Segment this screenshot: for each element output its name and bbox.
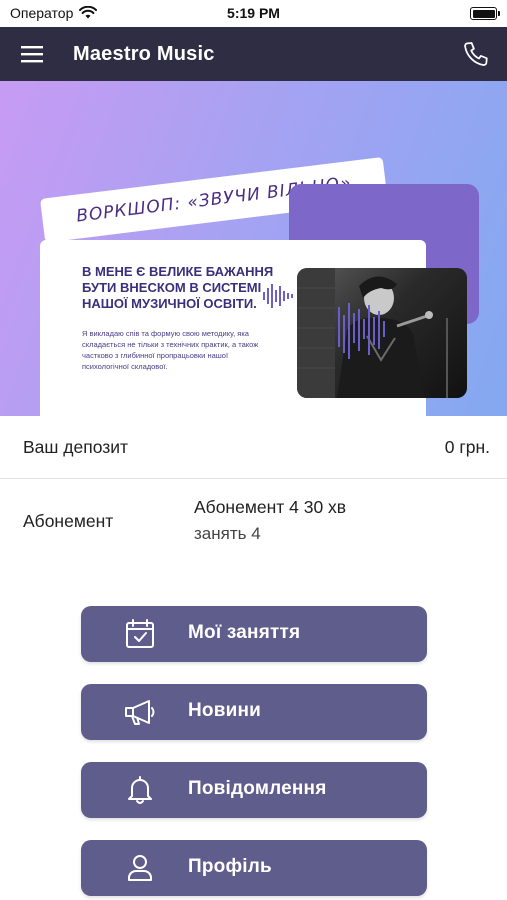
status-time: 5:19 PM	[227, 5, 280, 21]
subscription-lessons: занять 4	[194, 524, 261, 543]
deposit-row: Ваш депозит 0 грн.	[0, 416, 507, 479]
sound-wave-left	[263, 284, 293, 308]
main-menu: Мої заняття Новини Повідомлення Профіль	[81, 606, 427, 900]
promo-banner[interactable]: ВОРКШОП: «ЗВУЧИ ВІЛЬНО» В МЕНЕ Є ВЕЛИКЕ …	[0, 81, 507, 416]
subscription-name: Абонемент 4 30 хв	[194, 497, 347, 517]
user-icon	[123, 853, 157, 883]
call-button[interactable]	[459, 37, 493, 71]
notifications-label: Повідомлення	[188, 778, 327, 799]
status-bar: Оператор 5:19 PM	[0, 0, 507, 27]
subscription-label: Абонемент	[23, 511, 114, 531]
hamburger-icon	[21, 46, 43, 63]
banner-headline: В МЕНЕ Є ВЕЛИКЕ БАЖАННЯ БУТИ ВНЕСКОМ В С…	[82, 264, 274, 311]
sound-wave-bottom	[338, 303, 385, 359]
news-label: Новини	[188, 700, 262, 721]
megaphone-icon	[123, 697, 157, 727]
phone-icon	[464, 42, 488, 66]
battery-icon	[470, 7, 500, 20]
deposit-label: Ваш депозит	[23, 437, 129, 457]
bell-icon	[123, 775, 157, 805]
my-lessons-label: Мої заняття	[188, 622, 301, 643]
banner-body: Я викладаю спів та формую свою методику,…	[82, 329, 259, 371]
subscription-row: Абонемент Абонемент 4 30 хв занять 4	[0, 479, 507, 561]
app-bar: Maestro Music	[0, 27, 507, 81]
news-button[interactable]: Новини	[81, 684, 427, 740]
calendar-check-icon	[123, 619, 157, 649]
deposit-value: 0 грн.	[444, 437, 490, 457]
my-lessons-button[interactable]: Мої заняття	[81, 606, 427, 662]
app-title: Maestro Music	[73, 42, 215, 65]
profile-button[interactable]: Профіль	[81, 840, 427, 896]
profile-label: Профіль	[188, 856, 272, 877]
hamburger-menu-button[interactable]	[0, 27, 64, 81]
notifications-button[interactable]: Повідомлення	[81, 762, 427, 818]
